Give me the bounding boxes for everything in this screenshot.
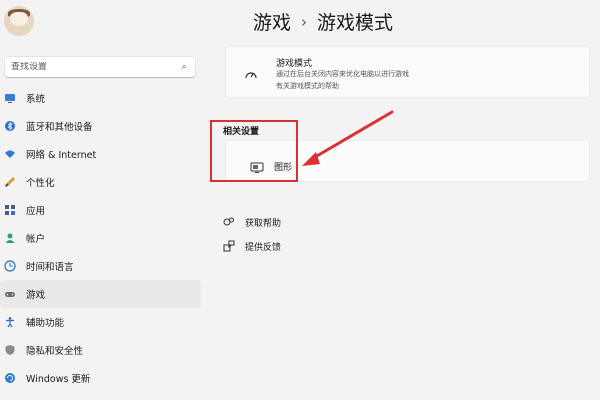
sidebar-item-accessibility[interactable]: 辅助功能 [0,308,201,336]
main-content: 游戏 › 游戏模式 游戏模式 通过在后台关闭内容来优化电脑以进行游戏 有关游戏模… [215,0,600,400]
settings-window: ⌕ 系统 蓝牙和其他设备 网络 & Internet [0,0,600,400]
give-feedback-label: 提供反馈 [245,242,282,253]
sidebar: ⌕ 系统 蓝牙和其他设备 网络 & Internet [0,0,205,400]
help-icon [223,216,235,228]
help-links: 获取帮助 提供反馈 [223,210,281,258]
sidebar-item-time-language[interactable]: 时间和语言 [0,252,201,280]
globe-clock-icon [4,260,16,272]
avatar[interactable] [4,6,34,36]
sidebar-item-label: 蓝牙和其他设备 [26,122,93,133]
wifi-icon [4,148,16,160]
breadcrumb: 游戏 › 游戏模式 [253,8,393,35]
person-icon [4,232,16,244]
game-mode-description: 通过在后台关闭内容来优化电脑以进行游戏 [276,70,409,78]
sidebar-item-windows-update[interactable]: Windows 更新 [0,364,201,392]
sidebar-item-label: 网络 & Internet [26,150,97,161]
sidebar-item-label: 个性化 [26,178,55,189]
sidebar-nav: 系统 蓝牙和其他设备 网络 & Internet 个性化 应用 帐户 时间和语言… [0,84,205,392]
sidebar-item-apps[interactable]: 应用 [0,196,201,224]
get-help-label: 获取帮助 [245,218,282,229]
game-mode-title: 游戏模式 [276,59,313,69]
sidebar-item-label: 系统 [26,94,46,105]
gamepad-icon [4,288,16,300]
shield-icon [4,344,16,356]
breadcrumb-parent[interactable]: 游戏 [253,8,291,35]
bluetooth-icon [4,120,16,132]
sidebar-item-personalization[interactable]: 个性化 [0,168,201,196]
feedback-icon [223,240,235,252]
search-input[interactable] [11,62,180,72]
sidebar-item-privacy[interactable]: 隐私和安全性 [0,336,201,364]
gauge-icon [244,65,258,79]
get-help-link[interactable]: 获取帮助 [223,210,281,234]
accessibility-icon [4,316,16,328]
annotation-arrow-icon [302,110,394,166]
avatar-face [10,12,28,26]
sidebar-item-gaming[interactable]: 游戏 [0,280,201,308]
sidebar-item-network[interactable]: 网络 & Internet [0,140,201,168]
sidebar-item-label: 帐户 [26,234,46,245]
sidebar-item-label: 时间和语言 [26,262,74,273]
breadcrumb-separator: › [301,12,308,31]
page-title: 游戏模式 [317,12,394,34]
monitor-icon [4,92,16,104]
sidebar-item-label: 隐私和安全性 [26,346,84,357]
sidebar-item-label: Windows 更新 [26,374,91,385]
sidebar-item-bluetooth[interactable]: 蓝牙和其他设备 [0,112,201,140]
give-feedback-link[interactable]: 提供反馈 [223,234,281,258]
search-icon[interactable]: ⌕ [180,62,189,72]
sidebar-item-label: 游戏 [26,290,46,301]
game-mode-card[interactable]: 游戏模式 通过在后台关闭内容来优化电脑以进行游戏 有关游戏模式的帮助 [225,46,590,98]
search-box[interactable]: ⌕ [4,56,196,78]
apps-icon [4,204,16,216]
game-mode-help-link[interactable]: 有关游戏模式的帮助 [276,81,339,91]
sidebar-item-system[interactable]: 系统 [0,84,201,112]
sidebar-item-accounts[interactable]: 帐户 [0,224,201,252]
sidebar-item-label: 应用 [26,206,46,217]
update-icon [4,372,16,384]
sidebar-item-label: 辅助功能 [26,318,65,329]
brush-icon [4,176,16,188]
